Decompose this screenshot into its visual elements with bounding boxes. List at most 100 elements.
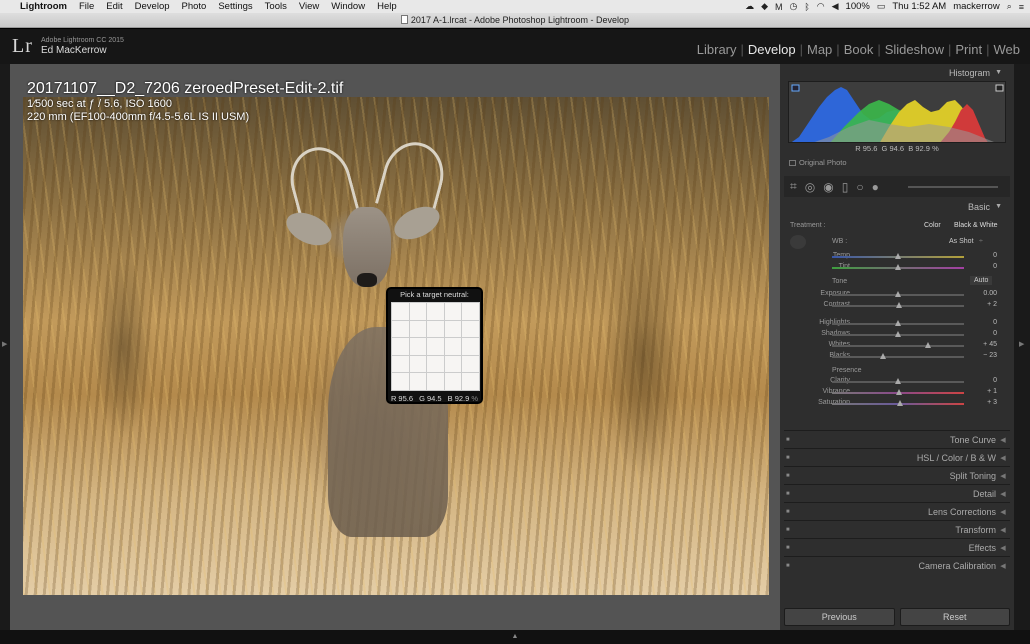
spot-removal-icon[interactable]: ◎	[805, 180, 815, 194]
expand-triangle-icon[interactable]: ◀	[996, 562, 1010, 570]
right-panel-toggle-icon[interactable]: ▶	[1019, 340, 1024, 348]
exposure-value[interactable]: 0.00	[983, 290, 997, 297]
tint-value[interactable]: 0	[993, 263, 997, 270]
tint-slider-row[interactable]: Tint0	[784, 262, 1010, 273]
histogram-header[interactable]: Histogram ▼	[780, 64, 1014, 81]
checkbox-icon[interactable]	[789, 160, 796, 166]
wb-dropdown-arrow-icon[interactable]: ÷	[979, 238, 983, 245]
temp-knob[interactable]	[895, 253, 901, 259]
wb-dropdown[interactable]: As Shot	[949, 238, 974, 245]
panel-tone-curve[interactable]: ■ Tone Curve ◀	[784, 430, 1010, 448]
expand-triangle-icon[interactable]: ◀	[996, 490, 1010, 498]
expand-triangle-icon[interactable]: ◀	[996, 436, 1010, 444]
whites-track[interactable]	[832, 345, 964, 347]
right-edge-strip[interactable]: ▶	[1014, 64, 1030, 630]
tint-knob[interactable]	[895, 264, 901, 270]
panel-switch-icon[interactable]: ■	[784, 509, 794, 515]
radial-filter-icon[interactable]: ○	[856, 180, 863, 194]
tool-slider[interactable]	[908, 186, 998, 188]
saturation-slider-row[interactable]: Saturation+ 3	[784, 398, 1010, 409]
red-eye-icon[interactable]: ◉	[823, 180, 833, 194]
menu-lightroom[interactable]: Lightroom	[14, 1, 73, 12]
panel-switch-icon[interactable]: ■	[784, 455, 794, 461]
blacks-track[interactable]	[832, 356, 964, 358]
expand-triangle-icon[interactable]: ◀	[996, 472, 1010, 480]
menu-photo[interactable]: Photo	[176, 1, 213, 12]
notification-center-icon[interactable]: ≡	[1019, 2, 1024, 12]
vibrance-value[interactable]: + 1	[987, 388, 997, 395]
module-map[interactable]: Map	[807, 42, 832, 57]
menu-develop[interactable]: Develop	[129, 1, 176, 12]
vibrance-slider-row[interactable]: Vibrance+ 1	[784, 387, 1010, 398]
module-book[interactable]: Book	[844, 42, 874, 57]
contrast-value[interactable]: + 2	[987, 301, 997, 308]
clarity-value[interactable]: 0	[993, 377, 997, 384]
menu-file[interactable]: File	[73, 1, 100, 12]
crop-tool-icon[interactable]: ⌗	[790, 179, 797, 194]
blacks-value[interactable]: − 23	[983, 352, 997, 359]
contrast-knob[interactable]	[896, 302, 903, 308]
menu-edit[interactable]: Edit	[100, 1, 128, 12]
saturation-knob[interactable]	[896, 400, 903, 406]
expand-triangle-icon[interactable]: ◀	[996, 526, 1010, 534]
menubar-user[interactable]: mackerrow	[953, 1, 999, 12]
clock-icon[interactable]: ◷	[789, 1, 797, 12]
whites-slider-row[interactable]: Whites+ 45	[784, 340, 1010, 351]
contrast-slider-row[interactable]: Contrast+ 2	[784, 300, 1010, 311]
wifi-icon[interactable]: ◠	[817, 1, 825, 12]
creative-cloud-icon[interactable]: ☁	[745, 1, 754, 12]
panel-switch-icon[interactable]: ■	[784, 491, 794, 497]
volume-icon[interactable]: ◀	[832, 1, 839, 12]
panel-detail[interactable]: ■ Detail ◀	[784, 484, 1010, 502]
panel-switch-icon[interactable]: ■	[784, 437, 794, 443]
shadows-value[interactable]: 0	[993, 330, 997, 337]
panel-switch-icon[interactable]: ■	[784, 545, 794, 551]
panel-lens-corrections[interactable]: ■ Lens Corrections ◀	[784, 502, 1010, 520]
battery-percent[interactable]: 100%	[846, 1, 870, 12]
gmail-icon[interactable]: M	[775, 2, 783, 12]
panel-menu-icon[interactable]: ▼	[995, 203, 1002, 210]
module-slideshow[interactable]: Slideshow	[885, 42, 944, 57]
filmstrip-toggle[interactable]: ▲	[0, 630, 1030, 644]
panel-switch-icon[interactable]: ■	[784, 473, 794, 479]
panel-switch-icon[interactable]: ■	[784, 563, 794, 569]
panel-switch-icon[interactable]: ■	[784, 527, 794, 533]
menu-help[interactable]: Help	[371, 1, 403, 12]
highlight-clipping-icon[interactable]	[995, 84, 1004, 92]
menu-view[interactable]: View	[293, 1, 325, 12]
module-web[interactable]: Web	[994, 42, 1021, 57]
module-library[interactable]: Library	[697, 42, 737, 57]
highlights-value[interactable]: 0	[993, 319, 997, 326]
vibrance-knob[interactable]	[895, 389, 902, 395]
auto-tone-button[interactable]: Auto	[970, 276, 993, 285]
panel-camera-calibration[interactable]: ■ Camera Calibration ◀	[784, 556, 1010, 574]
previous-button[interactable]: Previous	[784, 608, 895, 626]
shadow-clipping-icon[interactable]	[791, 84, 800, 92]
panel-split-toning[interactable]: ■ Split Toning ◀	[784, 466, 1010, 484]
menu-settings[interactable]: Settings	[212, 1, 258, 12]
menu-tools[interactable]: Tools	[259, 1, 293, 12]
temp-value[interactable]: 0	[993, 252, 997, 259]
graduated-filter-icon[interactable]: ▯	[842, 180, 849, 194]
highlights-slider-row[interactable]: Highlights0	[784, 318, 1010, 329]
left-panel-toggle-icon[interactable]: ▶	[2, 340, 7, 348]
dropbox-icon[interactable]: ◆	[761, 1, 768, 12]
spotlight-icon[interactable]: ⌕	[1007, 1, 1012, 12]
shadows-slider-row[interactable]: Shadows0	[784, 329, 1010, 340]
expand-triangle-icon[interactable]: ◀	[996, 454, 1010, 462]
temp-slider-row[interactable]: Temp0	[784, 251, 1010, 262]
collapse-triangle-icon[interactable]: ▼	[995, 69, 1002, 76]
wb-selector-icon[interactable]	[790, 235, 806, 249]
exposure-knob[interactable]	[895, 291, 901, 297]
blacks-slider-row[interactable]: Blacks− 23	[784, 351, 1010, 362]
filmstrip-toggle-icon[interactable]: ▲	[512, 633, 519, 640]
panel-hsl[interactable]: ■ HSL / Color / B & W ◀	[784, 448, 1010, 466]
menu-window[interactable]: Window	[325, 1, 371, 12]
panel-transform[interactable]: ■ Transform ◀	[784, 520, 1010, 538]
highlights-knob[interactable]	[895, 320, 901, 326]
blacks-knob[interactable]	[879, 353, 886, 359]
image-view[interactable]: 20171107__D2_7206 zeroedPreset-Edit-2.ti…	[10, 64, 780, 630]
whites-knob[interactable]	[924, 342, 931, 348]
menubar-clock[interactable]: Thu 1:52 AM	[892, 1, 946, 12]
battery-icon[interactable]: ▭	[877, 1, 886, 12]
